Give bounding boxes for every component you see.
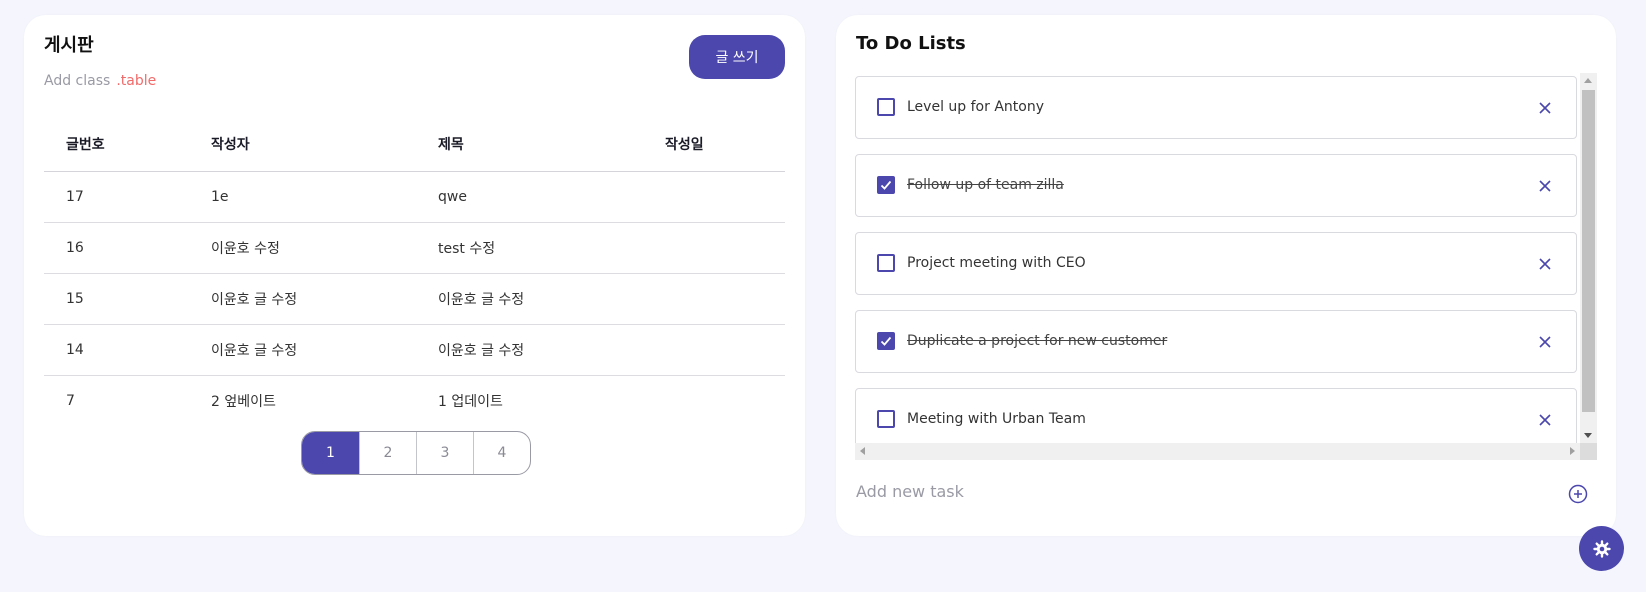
- board-title: 게시판: [44, 35, 94, 56]
- cell-number: 14: [44, 324, 189, 376]
- add-task-input[interactable]: [856, 482, 1556, 501]
- write-post-button[interactable]: 글 쓰기: [689, 35, 785, 79]
- close-icon[interactable]: [1538, 101, 1552, 115]
- scroll-down-arrow[interactable]: [1584, 433, 1592, 438]
- cell-number: 15: [44, 273, 189, 325]
- cell-title[interactable]: test 수정: [416, 222, 643, 274]
- todo-item: Duplicate a project for new customer: [855, 310, 1577, 373]
- cell-date: [643, 376, 785, 427]
- close-icon[interactable]: [1538, 257, 1552, 271]
- cell-date: [643, 273, 785, 325]
- column-header-title: 제목: [416, 117, 643, 172]
- todo-checkbox[interactable]: [877, 332, 895, 350]
- table-header-row: 글번호 작성자 제목 작성일: [44, 117, 785, 172]
- close-icon[interactable]: [1538, 179, 1552, 193]
- todo-text: Follow up of team zilla: [907, 177, 1064, 193]
- gear-icon: [1592, 539, 1611, 558]
- todo-item: Meeting with Urban Team: [855, 388, 1577, 451]
- table-row[interactable]: 17 1e qwe: [44, 171, 785, 223]
- subtitle-prefix: Add class: [44, 73, 111, 89]
- table-row[interactable]: 15 이윤호 글 수정 이윤호 글 수정: [44, 273, 785, 325]
- todo-text: Meeting with Urban Team: [907, 411, 1086, 427]
- cell-title[interactable]: 이윤호 글 수정: [416, 324, 643, 376]
- todo-checkbox[interactable]: [877, 410, 895, 428]
- todo-list: Level up for Antony Follow up of team zi…: [855, 73, 1598, 460]
- cell-author: 2 엎베이트: [211, 394, 276, 410]
- cell-author: 이윤호 글 수정: [189, 324, 416, 376]
- todo-title: To Do Lists: [856, 33, 966, 54]
- todo-item: Project meeting with CEO: [855, 232, 1577, 295]
- close-icon[interactable]: [1538, 335, 1552, 349]
- table-row[interactable]: 7 2 엎베이트 1 업데이트: [44, 376, 785, 427]
- scroll-left-arrow[interactable]: [860, 447, 865, 455]
- scroll-thumb[interactable]: [1582, 90, 1595, 412]
- page-button-3[interactable]: 3: [416, 432, 473, 474]
- scrollbar-corner: [1580, 443, 1597, 460]
- posts-table: 글번호 작성자 제목 작성일 17 1e qwe 16 이윤호 수정 test …: [44, 117, 785, 426]
- cell-date: [643, 222, 785, 274]
- board-card: 게시판 Add class .table 글 쓰기 글번호 작성자 제목 작성일 …: [24, 15, 805, 536]
- todo-checkbox[interactable]: [877, 254, 895, 272]
- cell-title[interactable]: 이윤호 글 수정: [416, 273, 643, 325]
- cell-author: 1e: [189, 171, 416, 223]
- close-icon[interactable]: [1538, 413, 1552, 427]
- table-row[interactable]: 14 이윤호 글 수정 이윤호 글 수정: [44, 324, 785, 376]
- pagination: 1 2 3 4: [301, 431, 531, 475]
- todo-text: Duplicate a project for new customer: [907, 333, 1168, 349]
- board-subtitle: Add class .table: [44, 73, 156, 89]
- todo-card: To Do Lists Level up for Antony Follow u…: [836, 15, 1616, 536]
- page-button-2[interactable]: 2: [359, 432, 416, 474]
- table-row[interactable]: 16 이윤호 수정 test 수정: [44, 222, 785, 274]
- column-header-number: 글번호: [44, 117, 189, 172]
- todo-item: Follow up of team zilla: [855, 154, 1577, 217]
- todo-checkbox[interactable]: [877, 98, 895, 116]
- column-header-date: 작성일: [643, 117, 785, 172]
- settings-fab-button[interactable]: [1579, 526, 1624, 571]
- cell-date: [643, 171, 785, 223]
- cell-number: 17: [44, 171, 189, 223]
- vertical-scrollbar[interactable]: [1580, 73, 1597, 443]
- todo-item: Level up for Antony: [855, 76, 1577, 139]
- cell-title[interactable]: qwe: [416, 171, 643, 223]
- horizontal-scrollbar[interactable]: [855, 443, 1597, 460]
- scroll-up-arrow[interactable]: [1584, 78, 1592, 83]
- page-button-1[interactable]: 1: [302, 432, 359, 474]
- cell-author: 이윤호 글 수정: [189, 273, 416, 325]
- cell-author: 이윤호 수정: [189, 222, 416, 274]
- page-button-4[interactable]: 4: [473, 432, 530, 474]
- scroll-right-arrow[interactable]: [1570, 447, 1575, 455]
- cell-date: [643, 324, 785, 376]
- cell-number: 16: [44, 222, 189, 274]
- cell-number: 7: [66, 393, 75, 409]
- todo-checkbox[interactable]: [877, 176, 895, 194]
- column-header-author: 작성자: [189, 117, 416, 172]
- subtitle-class: .table: [116, 73, 157, 89]
- todo-text: Project meeting with CEO: [907, 255, 1086, 271]
- cell-title[interactable]: 1 업데이트: [416, 376, 643, 427]
- plus-circle-icon[interactable]: [1567, 483, 1589, 505]
- todo-text: Level up for Antony: [907, 99, 1044, 115]
